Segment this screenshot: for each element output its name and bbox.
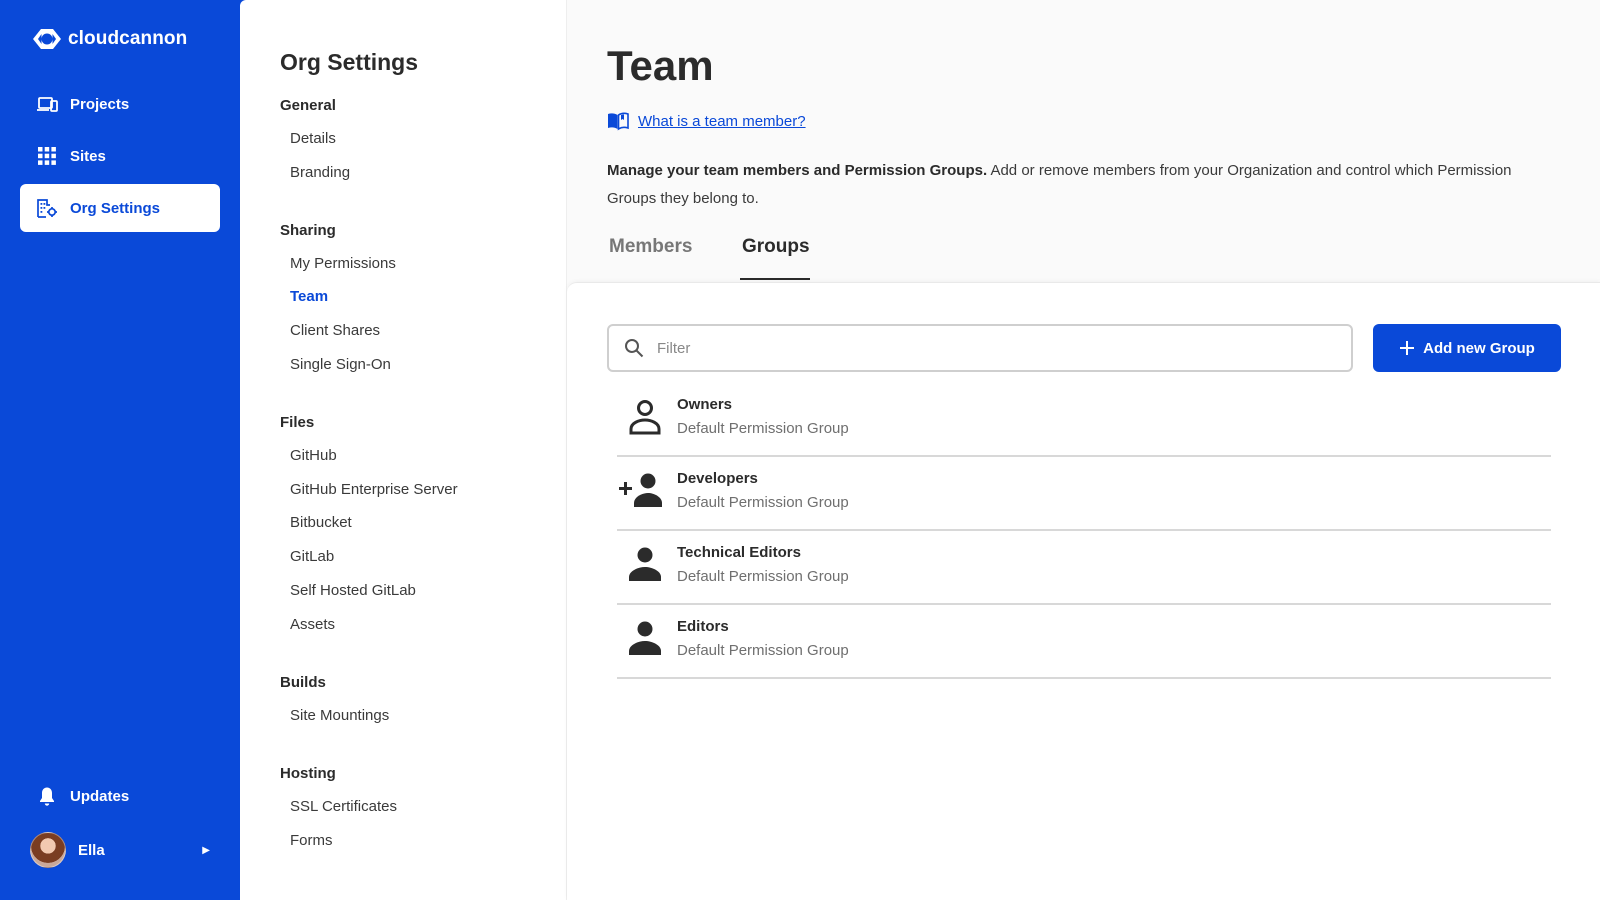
subnav-link-assets[interactable]: Assets — [290, 616, 335, 633]
subnav-link-self-hosted-gitlab[interactable]: Self Hosted GitLab — [290, 582, 416, 599]
group-description: Default Permission Group — [677, 420, 849, 437]
nav-item-org-settings[interactable]: Org Settings — [20, 184, 220, 232]
settings-subnav: Org Settings General Details Branding Sh… — [240, 0, 566, 900]
book-icon — [608, 112, 629, 131]
nav-item-projects[interactable]: Projects — [20, 80, 220, 128]
intro-bold: Manage your team members and Permission … — [607, 162, 988, 179]
org-settings-icon — [37, 199, 57, 218]
user-menu[interactable]: Ella ▶ — [30, 832, 210, 868]
nav-item-updates[interactable]: Updates — [20, 772, 220, 820]
nav-item-sites[interactable]: Sites — [20, 132, 220, 180]
caret-right-icon: ▶ — [202, 844, 210, 856]
grid-icon — [38, 147, 56, 165]
add-new-group-button[interactable]: Add new Group — [1373, 324, 1561, 372]
brand-name: cloudcannon — [68, 28, 188, 49]
group-row-developers[interactable]: Developers Default Permission Group — [617, 457, 1551, 531]
bell-icon — [40, 787, 54, 806]
groups-panel: Add new Group Owners Default Permission … — [567, 282, 1600, 900]
section-heading-sharing: Sharing — [280, 222, 336, 239]
subnav-title: Org Settings — [280, 49, 419, 75]
subnav-link-ssl-certificates[interactable]: SSL Certificates — [290, 798, 397, 815]
filter-input[interactable] — [657, 333, 1351, 363]
nav-item-label: Updates — [70, 787, 130, 805]
section-heading-files: Files — [280, 414, 315, 431]
search-icon — [625, 339, 644, 358]
team-page: Team What is a team member? Manage your … — [566, 0, 1600, 900]
subnav-link-branding[interactable]: Branding — [290, 164, 350, 181]
nav-item-label: Org Settings — [70, 199, 161, 217]
group-row-technical-editors[interactable]: Technical Editors Default Permission Gro… — [617, 531, 1551, 605]
subnav-link-forms[interactable]: Forms — [290, 832, 333, 849]
tab-members[interactable]: Members — [607, 236, 694, 258]
group-description: Default Permission Group — [677, 642, 849, 659]
group-description: Default Permission Group — [677, 494, 849, 511]
plus-icon — [1400, 341, 1415, 355]
section-heading-general: General — [280, 97, 336, 114]
person-icon — [629, 547, 661, 581]
person-icon — [629, 621, 661, 655]
group-name: Technical Editors — [677, 544, 801, 561]
group-name: Owners — [677, 396, 733, 413]
group-description: Default Permission Group — [677, 568, 849, 585]
subnav-link-single-sign-on[interactable]: Single Sign-On — [290, 356, 391, 373]
person-add-icon — [619, 473, 662, 507]
subnav-link-details[interactable]: Details — [290, 130, 336, 147]
subnav-link-github[interactable]: GitHub — [290, 447, 337, 464]
avatar — [30, 832, 66, 868]
add-new-group-label: Add new Group — [1423, 339, 1535, 357]
subnav-link-client-shares[interactable]: Client Shares — [290, 322, 380, 339]
group-row-owners[interactable]: Owners Default Permission Group — [617, 383, 1551, 457]
subnav-link-github-enterprise[interactable]: GitHub Enterprise Server — [290, 481, 458, 498]
group-row-editors[interactable]: Editors Default Permission Group — [617, 605, 1551, 679]
section-heading-builds: Builds — [280, 674, 326, 691]
group-name: Developers — [677, 470, 758, 487]
user-name: Ella — [78, 841, 105, 859]
intro-text: Manage your team members and Permission … — [607, 157, 1562, 213]
main-nav: cloudcannon Projects Sites Org Settings … — [0, 0, 240, 900]
subnav-link-bitbucket[interactable]: Bitbucket — [290, 514, 352, 531]
person-outline-icon — [629, 400, 661, 435]
page-title: Team — [607, 42, 714, 89]
what-is-team-member-link[interactable]: What is a team member? — [638, 113, 806, 130]
filter-field[interactable] — [607, 324, 1353, 372]
devices-icon — [37, 97, 58, 112]
cloudcannon-logo-icon — [33, 29, 61, 49]
brand-logo[interactable]: cloudcannon — [32, 26, 187, 52]
subnav-link-gitlab[interactable]: GitLab — [290, 548, 334, 565]
subnav-link-my-permissions[interactable]: My Permissions — [290, 255, 396, 272]
section-heading-hosting: Hosting — [280, 765, 336, 782]
help-link-row: What is a team member? — [607, 111, 806, 131]
subnav-link-site-mountings[interactable]: Site Mountings — [290, 707, 389, 724]
nav-item-label: Projects — [70, 95, 130, 113]
active-tab-indicator — [740, 278, 810, 280]
subnav-link-team[interactable]: Team — [290, 288, 328, 305]
nav-item-label: Sites — [70, 147, 106, 165]
tab-groups[interactable]: Groups — [740, 236, 812, 258]
group-name: Editors — [677, 618, 729, 635]
